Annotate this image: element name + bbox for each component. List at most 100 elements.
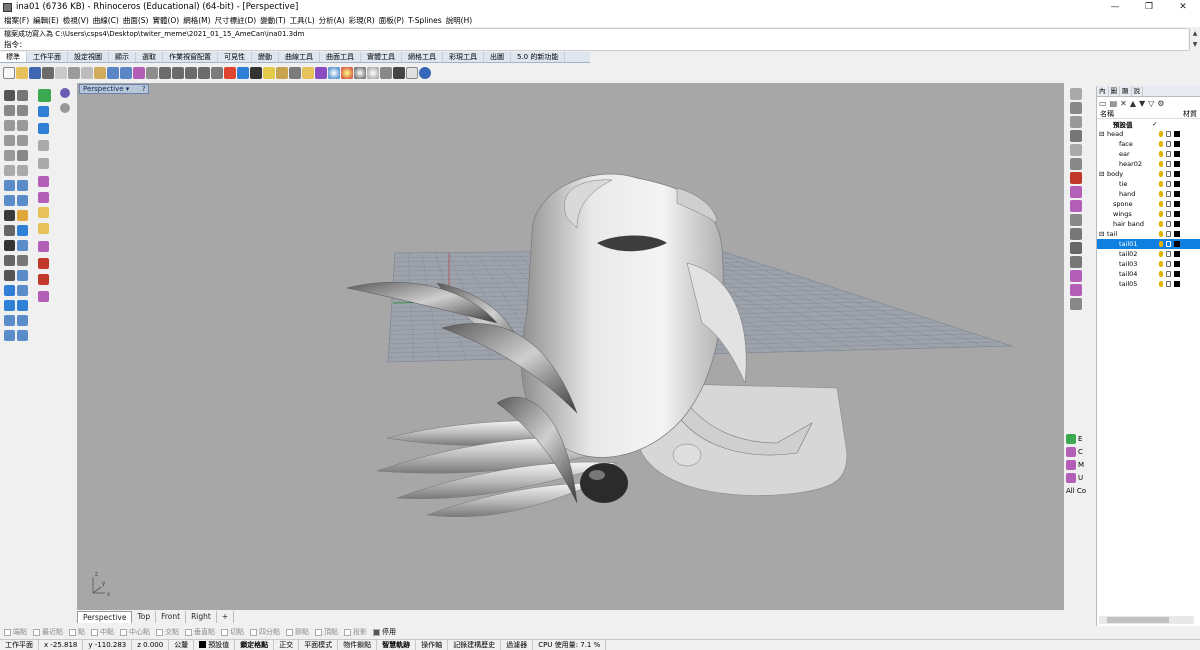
blend-icon[interactable] xyxy=(4,330,15,341)
tab-transform[interactable]: 變動 xyxy=(252,52,279,62)
lightbulb-icon[interactable] xyxy=(1159,171,1163,177)
osnap-2[interactable]: 點 xyxy=(69,627,85,637)
lightbulb-icon[interactable] xyxy=(1159,221,1163,227)
menu-help[interactable]: 說明(H) xyxy=(446,15,477,26)
osnap-checkbox[interactable] xyxy=(315,628,322,636)
menu-surface[interactable]: 曲面(S) xyxy=(123,15,153,26)
lock-icon[interactable] xyxy=(1166,151,1171,157)
lock-icon[interactable] xyxy=(302,66,314,79)
tspline-insert-icon[interactable] xyxy=(1070,200,1082,212)
open-file-icon[interactable] xyxy=(16,66,28,79)
save-icon[interactable] xyxy=(29,66,41,79)
lightbulb-icon[interactable] xyxy=(1159,281,1163,287)
lock-icon[interactable] xyxy=(1166,131,1171,137)
tspline-subdivide-icon[interactable] xyxy=(1070,270,1082,282)
ghosted-view-icon[interactable] xyxy=(367,66,379,79)
render-tools-icon[interactable] xyxy=(38,274,49,285)
vp-tab-top[interactable]: Top xyxy=(132,611,157,623)
lock-icon[interactable] xyxy=(1166,191,1171,197)
vp-tab-perspective[interactable]: Perspective xyxy=(77,611,133,623)
match-icon[interactable] xyxy=(17,330,28,341)
filter-icon[interactable]: ▽ xyxy=(1148,99,1154,108)
layer-color-icon[interactable] xyxy=(1174,261,1180,267)
minimize-button[interactable]: — xyxy=(1098,0,1132,14)
tab-solid-tools[interactable]: 實體工具 xyxy=(361,52,402,62)
tspline-convert-icon[interactable] xyxy=(1070,298,1082,310)
osnap-checkbox[interactable] xyxy=(373,628,380,636)
menu-mesh[interactable]: 網格(M) xyxy=(183,15,214,26)
layer-expand-toggle[interactable]: ⊟ xyxy=(1099,230,1107,238)
layer-row[interactable]: spone xyxy=(1097,199,1200,209)
menu-transform[interactable]: 變動(T) xyxy=(260,15,289,26)
delete-layer-icon[interactable]: ✕ xyxy=(1120,99,1127,108)
layer-row[interactable]: tail02 xyxy=(1097,249,1200,259)
tab-mesh-tools[interactable]: 網格工具 xyxy=(402,52,443,62)
tspline-weld-icon[interactable] xyxy=(1070,214,1082,226)
layer-color-icon[interactable] xyxy=(1174,201,1180,207)
polygon-icon[interactable] xyxy=(4,150,15,161)
menu-file[interactable]: 檔案(F) xyxy=(4,15,33,26)
panel-tab-1[interactable]: 圖 xyxy=(1109,86,1120,96)
patch-icon[interactable] xyxy=(4,300,15,311)
shortcut-all[interactable]: All Co xyxy=(1066,484,1096,497)
array-icon[interactable] xyxy=(38,176,49,187)
zoom-icon[interactable] xyxy=(159,66,171,79)
lightbulb-icon[interactable] xyxy=(1159,151,1163,157)
layer-row[interactable]: 預設值 ✓ xyxy=(1097,119,1200,129)
wireframe-icon[interactable] xyxy=(380,66,392,79)
lock-icon[interactable] xyxy=(1166,221,1171,227)
print-icon[interactable] xyxy=(42,66,54,79)
panel-tab-3[interactable]: 說 xyxy=(1132,86,1143,96)
ghost-mode-icon[interactable] xyxy=(60,103,70,113)
transform-icon[interactable] xyxy=(38,140,49,151)
select-icon[interactable] xyxy=(250,66,262,79)
join-icon[interactable] xyxy=(4,240,15,251)
block-icon[interactable] xyxy=(38,223,49,234)
layer-row[interactable]: ear xyxy=(1097,149,1200,159)
layer-options-icon[interactable]: ⚙ xyxy=(1157,99,1164,108)
layer-color-icon[interactable] xyxy=(1174,241,1180,247)
lightbulb-icon[interactable] xyxy=(1159,181,1163,187)
tab-new-in-v5[interactable]: 5.0 的新功能 xyxy=(511,52,566,62)
panel-tab-0[interactable]: 內 xyxy=(1097,86,1109,96)
menu-analyze[interactable]: 分析(A) xyxy=(319,15,349,26)
osnap-checkbox[interactable] xyxy=(156,628,163,636)
status-osnap[interactable]: 物件鎖點 xyxy=(338,640,378,650)
surface-from-curves-icon[interactable] xyxy=(4,180,15,191)
move-up-icon[interactable]: ▲ xyxy=(1130,99,1136,108)
tab-set-view[interactable]: 設定視圖 xyxy=(68,52,109,62)
tspline-manip-icon[interactable] xyxy=(1070,172,1082,184)
hide-icon[interactable] xyxy=(289,66,301,79)
layer-expand-toggle[interactable]: ⊟ xyxy=(1099,170,1107,178)
lock-icon[interactable] xyxy=(1166,261,1171,267)
light-icon[interactable] xyxy=(263,66,275,79)
osnap-1[interactable]: 最近點 xyxy=(33,627,63,637)
cplane-sphere-icon[interactable] xyxy=(38,123,49,134)
status-grid-snap[interactable]: 鎖定格點 xyxy=(235,640,275,650)
command-prompt[interactable]: 指令： xyxy=(0,39,1188,51)
menu-panels[interactable]: 面板(P) xyxy=(379,15,408,26)
menu-solid[interactable]: 實體(O) xyxy=(152,15,183,26)
lightbulb-icon[interactable] xyxy=(1159,131,1163,137)
osnap-checkbox[interactable] xyxy=(286,628,293,636)
undo-view-icon[interactable] xyxy=(211,66,223,79)
layer-color-icon[interactable] xyxy=(1174,251,1180,257)
osnap-checkbox[interactable] xyxy=(120,628,127,636)
tspline-quadball-icon[interactable] xyxy=(1070,158,1082,170)
vp-tab-front[interactable]: Front xyxy=(156,611,187,623)
layer-color-icon[interactable] xyxy=(1174,281,1180,287)
layer-row[interactable]: tail01 xyxy=(1097,239,1200,249)
layer-row[interactable]: ⊟ body xyxy=(1097,169,1200,179)
point-icon[interactable] xyxy=(17,90,28,101)
lock-icon[interactable] xyxy=(1166,161,1171,167)
lightbulb-icon[interactable] xyxy=(1159,271,1163,277)
layers-scrollbar[interactable] xyxy=(1099,616,1194,624)
lightbulb-icon[interactable] xyxy=(1159,261,1163,267)
layer-row[interactable]: hear02 xyxy=(1097,159,1200,169)
osnap-checkbox[interactable] xyxy=(344,628,351,636)
osnap-9[interactable]: 節點 xyxy=(286,627,309,637)
layer-color-icon[interactable] xyxy=(1174,171,1180,177)
tspline-cylinder-icon[interactable] xyxy=(1070,116,1082,128)
osnap-checkbox[interactable] xyxy=(221,628,228,636)
status-ortho[interactable]: 正交 xyxy=(274,640,300,650)
